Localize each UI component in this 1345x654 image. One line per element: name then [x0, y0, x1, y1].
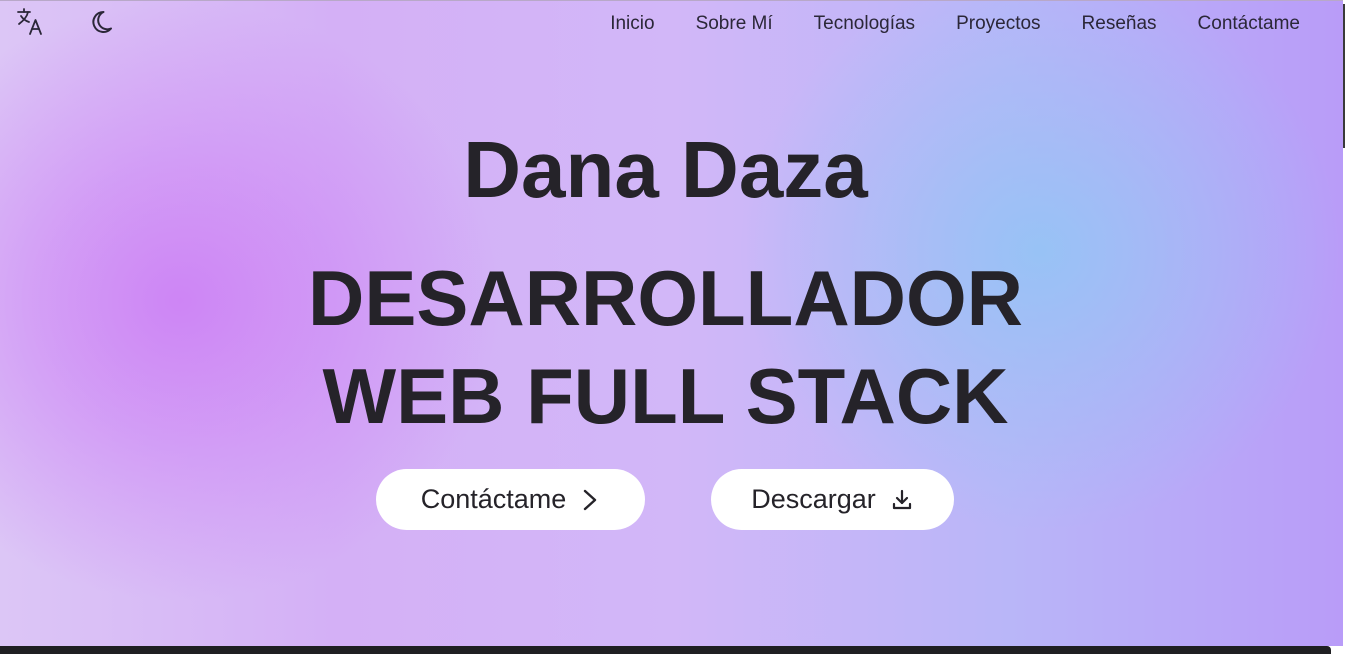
chevron-right-icon — [580, 488, 600, 512]
next-section-edge — [0, 646, 1331, 654]
download-button-label: Descargar — [751, 484, 876, 514]
page: Inicio Sobre Mí Tecnologías Proyectos Re… — [0, 0, 1345, 654]
theme-toggle-button[interactable] — [90, 7, 120, 37]
nav-link-contactame[interactable]: Contáctame — [1198, 12, 1300, 36]
hero-section: Inicio Sobre Mí Tecnologías Proyectos Re… — [0, 0, 1343, 646]
contact-button-label: Contáctame — [420, 484, 567, 514]
nav-link-resenas[interactable]: Reseñas — [1082, 12, 1157, 36]
translate-icon — [17, 8, 42, 35]
main-nav: Inicio Sobre Mí Tecnologías Proyectos Re… — [569, 12, 1300, 36]
hero-name: Dana Daza — [463, 125, 868, 214]
contact-button[interactable]: Contáctame — [376, 469, 645, 530]
hero-role: DESARROLLADOR WEB FULL STACK — [0, 249, 1331, 445]
top-toolbar — [16, 7, 120, 37]
download-button[interactable]: Descargar — [711, 469, 954, 530]
hero-role-line2: WEB FULL STACK — [322, 352, 1009, 440]
hero-role-line1: DESARROLLADOR — [308, 254, 1023, 342]
moon-icon — [92, 10, 112, 33]
nav-link-proyectos[interactable]: Proyectos — [956, 12, 1040, 36]
nav-link-inicio[interactable]: Inicio — [610, 12, 654, 36]
nav-link-tecnologias[interactable]: Tecnologías — [814, 12, 915, 36]
nav-link-sobre-mi[interactable]: Sobre Mí — [696, 12, 773, 36]
download-icon — [890, 488, 914, 512]
translate-button[interactable] — [16, 7, 46, 37]
